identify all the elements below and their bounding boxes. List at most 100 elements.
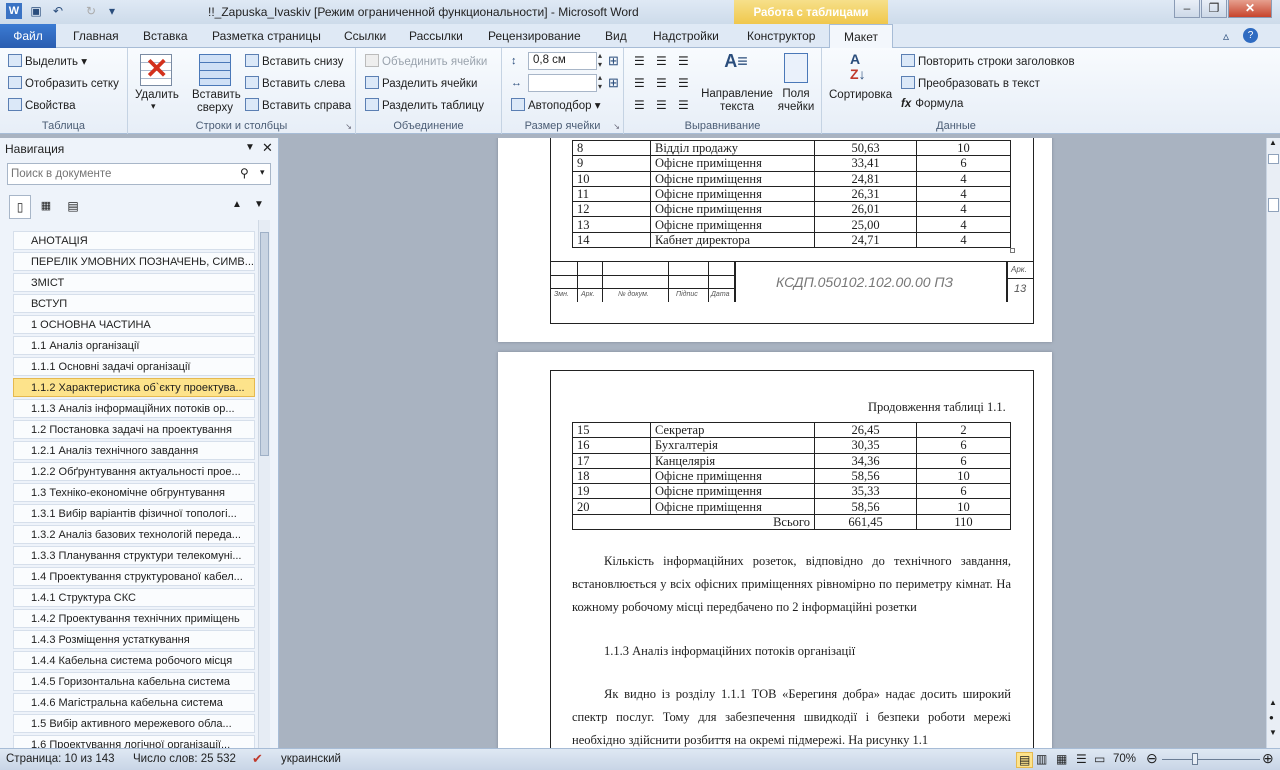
align-bottom-right-icon[interactable]: ☰: [678, 98, 689, 112]
align-top-center-icon[interactable]: ☰: [656, 54, 667, 68]
table-cell[interactable]: 10: [916, 467, 1011, 485]
table-resize-handle[interactable]: [1010, 248, 1015, 253]
table-cell[interactable]: 4: [916, 201, 1011, 218]
ruler-toggle-icon[interactable]: [1268, 154, 1279, 164]
nav-heading-item[interactable]: 1.4 Проектування структурованої кабел...: [13, 567, 255, 586]
table-cell[interactable]: 8: [572, 139, 651, 157]
table-cell[interactable]: Офісне приміщення: [650, 201, 815, 218]
convert-to-text-button[interactable]: Преобразовать в текст: [901, 76, 1040, 90]
split-cells-button[interactable]: Разделить ячейки: [365, 76, 477, 90]
table-cell[interactable]: 24,81: [814, 170, 917, 187]
nav-heading-item[interactable]: 1.4.6 Магістральна кабельна система: [13, 693, 255, 712]
proofing-icon[interactable]: ✔: [252, 751, 263, 767]
table-cell[interactable]: 6: [916, 155, 1011, 172]
draft-icon[interactable]: ▭: [1094, 752, 1105, 766]
tab-page-layout[interactable]: Разметка страницы: [212, 24, 321, 48]
table-cell[interactable]: 14: [572, 231, 651, 249]
web-layout-icon[interactable]: ▦: [1056, 752, 1067, 766]
table-cell[interactable]: Секретар: [650, 421, 815, 439]
repeat-header-rows-button[interactable]: Повторить строки заголовков: [901, 54, 1075, 68]
insert-left-button[interactable]: Вставить слева: [245, 76, 345, 90]
insert-right-button[interactable]: Вставить справа: [245, 98, 351, 112]
dialog-launcher-icon[interactable]: ↘: [345, 122, 352, 131]
minimize-ribbon-icon[interactable]: ▵: [1223, 29, 1229, 43]
column-width-input[interactable]: [528, 74, 597, 92]
word-logo-icon[interactable]: W: [6, 3, 22, 19]
restore-button[interactable]: ❐: [1201, 0, 1227, 18]
table-cell[interactable]: 30,35: [814, 437, 917, 454]
table-cell[interactable]: 50,63: [814, 139, 917, 157]
table-cell[interactable]: 10: [572, 170, 651, 187]
nav-heading-item[interactable]: 1.3.2 Аналіз базових технологій переда..…: [13, 525, 255, 544]
table-cell[interactable]: Офісне приміщення: [650, 155, 815, 172]
gridlines-button[interactable]: Отобразить сетку: [8, 76, 119, 90]
table-cell[interactable]: Кабнет директора: [650, 231, 815, 249]
nav-heading-item[interactable]: ЗМІСТ: [13, 273, 255, 292]
table-cell[interactable]: 34,36: [814, 452, 917, 469]
table-cell[interactable]: 12: [572, 201, 651, 218]
tab-design[interactable]: Конструктор: [747, 24, 815, 48]
tab-mailings[interactable]: Рассылки: [409, 24, 463, 48]
table-cell[interactable]: 2: [916, 421, 1011, 439]
nav-heading-item[interactable]: 1.3 Техніко-економічне обгрунтування: [13, 483, 255, 502]
table-cell[interactable]: Офісне приміщення: [650, 185, 815, 203]
headings-view-tab[interactable]: ▯: [9, 195, 31, 219]
scroll-thumb[interactable]: [1268, 198, 1279, 212]
nav-heading-item[interactable]: 1.1.1 Основні задачі організації: [13, 357, 255, 376]
tab-home[interactable]: Главная: [73, 24, 119, 48]
undo-icon[interactable]: ↶: [50, 3, 66, 19]
table-cell[interactable]: 19: [572, 483, 651, 500]
nav-heading-item[interactable]: 1.1.3 Аналіз інформаційних потоків ор...: [13, 399, 255, 418]
row-height-input[interactable]: 0,8 см: [528, 52, 597, 70]
table-cell[interactable]: 58,56: [814, 467, 917, 485]
table-cell[interactable]: 11: [572, 185, 651, 203]
table-cell[interactable]: Офісне приміщення: [650, 216, 815, 233]
table-cell[interactable]: 17: [572, 452, 651, 469]
table-cell[interactable]: 18: [572, 467, 651, 485]
table-cell[interactable]: 15: [572, 421, 651, 439]
nav-heading-item[interactable]: АНОТАЦІЯ: [13, 231, 255, 250]
insert-above-button[interactable]: Вставить сверху: [192, 89, 241, 115]
search-dropdown-icon[interactable]: ▾: [260, 167, 265, 178]
nav-heading-item[interactable]: 1 ОСНОВНА ЧАСТИНА: [13, 315, 255, 334]
table-cell[interactable]: 26,45: [814, 421, 917, 439]
close-button[interactable]: ✕: [1228, 0, 1272, 18]
zoom-slider[interactable]: [1162, 759, 1260, 760]
table-cell[interactable]: Канцелярія: [650, 452, 815, 469]
nav-heading-item[interactable]: 1.2.2 Обґрунтування актуальності прое...: [13, 462, 255, 481]
save-icon[interactable]: ▣: [28, 3, 44, 19]
table-cell[interactable]: 26,01: [814, 201, 917, 218]
table-cell[interactable]: 4: [916, 216, 1011, 233]
table-cell[interactable]: 33,41: [814, 155, 917, 172]
merge-cells-button[interactable]: Объединить ячейки: [365, 54, 487, 68]
tab-insert[interactable]: Вставка: [143, 24, 188, 48]
table-cell[interactable]: 16: [572, 437, 651, 454]
document-scrollbar[interactable]: ▲ ▲ ● ▼: [1266, 138, 1280, 748]
nav-heading-item[interactable]: 1.1.2 Характеристика об`єкту проектува..…: [13, 378, 255, 397]
nav-scrollbar[interactable]: [258, 220, 270, 748]
align-middle-left-icon[interactable]: ☰: [634, 76, 645, 90]
tab-addins[interactable]: Надстройки: [653, 24, 719, 48]
table-cell[interactable]: Бухгалтерія: [650, 437, 815, 454]
nav-search-box[interactable]: ⚲ ▾: [7, 163, 271, 185]
language-indicator[interactable]: украинский: [281, 753, 341, 765]
nav-heading-item[interactable]: 1.2 Постановка задачі на проектування: [13, 420, 255, 439]
align-top-left-icon[interactable]: ☰: [634, 54, 645, 68]
nav-heading-item[interactable]: 1.4.1 Структура СКС: [13, 588, 255, 607]
nav-heading-item[interactable]: ПЕРЕЛІК УМОВНИХ ПОЗНАЧЕНЬ, СИМВ...: [13, 252, 255, 271]
delete-dropdown-icon[interactable]: ▾: [151, 101, 156, 112]
align-middle-right-icon[interactable]: ☰: [678, 76, 689, 90]
total-count[interactable]: 110: [916, 513, 1011, 531]
table-cell[interactable]: 6: [916, 483, 1011, 500]
nav-scroll-thumb[interactable]: [260, 232, 269, 456]
table-cell[interactable]: 4: [916, 231, 1011, 249]
nav-options-icon[interactable]: ▼: [245, 142, 255, 153]
autofit-button[interactable]: Автоподбор ▾: [511, 98, 601, 112]
zoom-slider-thumb[interactable]: [1192, 753, 1198, 765]
align-bottom-center-icon[interactable]: ☰: [656, 98, 667, 112]
text-direction-button[interactable]: Направление текста: [698, 88, 776, 114]
next-heading-icon[interactable]: ▼: [254, 199, 264, 210]
nav-heading-item[interactable]: 1.4.3 Розміщення устаткування: [13, 630, 255, 649]
word-count[interactable]: Число слов: 25 532: [133, 753, 236, 765]
customize-quick-access-icon[interactable]: ▾: [104, 3, 120, 19]
